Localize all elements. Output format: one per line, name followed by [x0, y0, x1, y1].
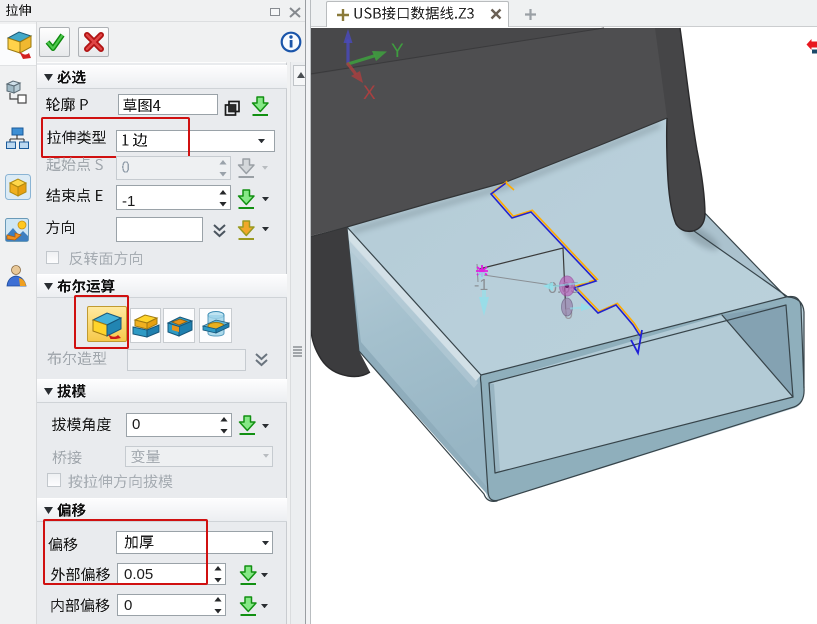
- svg-text:X: X: [363, 83, 376, 104]
- svg-text:-1: -1: [474, 277, 488, 294]
- svg-text:Y: Y: [391, 41, 404, 62]
